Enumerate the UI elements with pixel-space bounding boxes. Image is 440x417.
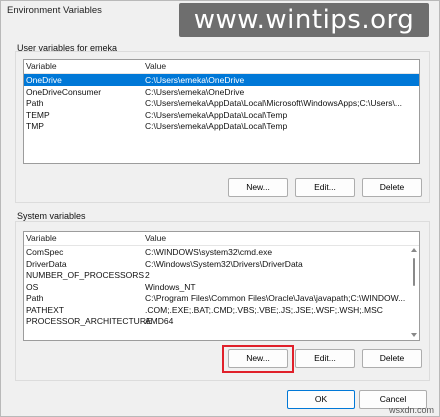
system-variables-list[interactable]: Variable Value ComSpec C:\WINDOWS\system3…: [23, 231, 420, 341]
user-edit-button[interactable]: Edit...: [295, 178, 355, 197]
user-new-button[interactable]: New...: [228, 178, 288, 197]
column-header-value[interactable]: Value: [145, 233, 166, 243]
value-cell: C:\WINDOWS\system32\cmd.exe: [145, 247, 273, 257]
table-row[interactable]: PATHEXT .COM;.EXE;.BAT;.CMD;.VBS;.VBE;.JS…: [24, 304, 419, 316]
variable-cell: Path: [26, 293, 44, 303]
value-cell: C:\Users\emeka\OneDrive: [145, 75, 245, 85]
table-row[interactable]: NUMBER_OF_PROCESSORS 2: [24, 269, 419, 281]
variable-cell: ComSpec: [26, 247, 64, 257]
value-cell: C:\Windows\System32\Drivers\DriverData: [145, 258, 303, 269]
table-row[interactable]: ComSpec C:\WINDOWS\system32\cmd.exe: [24, 246, 419, 258]
value-cell: 2: [145, 270, 150, 280]
environment-variables-dialog: Environment Variables www.wintips.org Us…: [0, 0, 440, 417]
table-row[interactable]: TMP C:\Users\emeka\AppData\Local\Temp: [24, 120, 419, 132]
table-row[interactable]: Path C:\Users\emeka\AppData\Local\Microso…: [24, 97, 419, 109]
column-header-value[interactable]: Value: [145, 61, 166, 71]
list-header: Variable Value: [24, 60, 419, 74]
system-variables-label: System variables: [17, 211, 86, 221]
table-row[interactable]: PROCESSOR_ARCHITECTURE AMD64: [24, 315, 419, 327]
list-header: Variable Value: [24, 232, 419, 246]
system-edit-button[interactable]: Edit...: [295, 349, 355, 368]
value-cell: .COM;.EXE;.BAT;.CMD;.VBS;.VBE;.JS;.JSE;.…: [145, 304, 383, 315]
scroll-up-icon[interactable]: [411, 248, 417, 252]
variable-cell: DriverData: [26, 258, 67, 269]
table-row[interactable]: Path C:\Program Files\Common Files\Oracle…: [24, 292, 419, 304]
scroll-down-icon[interactable]: [411, 333, 417, 337]
value-cell: C:\Program Files\Common Files\Oracle\Jav…: [145, 293, 406, 303]
variable-cell: NUMBER_OF_PROCESSORS: [26, 270, 145, 280]
value-cell: C:\Users\emeka\AppData\Local\Microsoft\W…: [145, 98, 402, 108]
column-header-variable[interactable]: Variable: [26, 61, 57, 71]
variable-cell: OneDrive: [26, 75, 62, 85]
value-cell: C:\Users\emeka\OneDrive: [145, 86, 245, 97]
variable-cell: TEMP: [26, 109, 50, 120]
value-cell: Windows_NT: [145, 281, 196, 292]
variable-cell: OneDriveConsumer: [26, 86, 102, 97]
footer-logo: wsxdn.com: [388, 405, 434, 415]
user-variables-list[interactable]: Variable Value OneDrive C:\Users\emeka\On…: [23, 59, 420, 164]
scroll-thumb[interactable]: [413, 258, 415, 286]
value-cell: C:\Users\emeka\AppData\Local\Temp: [145, 109, 288, 120]
variable-cell: Path: [26, 98, 44, 108]
column-header-variable[interactable]: Variable: [26, 233, 57, 243]
vertical-scrollbar[interactable]: [410, 246, 418, 339]
system-delete-button[interactable]: Delete: [362, 349, 422, 368]
ok-button[interactable]: OK: [287, 390, 355, 409]
variable-cell: TMP: [26, 121, 44, 131]
value-cell: AMD64: [145, 316, 174, 326]
user-delete-button[interactable]: Delete: [362, 178, 422, 197]
table-row[interactable]: TEMP C:\Users\emeka\AppData\Local\Temp: [24, 109, 419, 121]
table-row[interactable]: DriverData C:\Windows\System32\Drivers\Dr…: [24, 258, 419, 270]
table-row[interactable]: OneDrive C:\Users\emeka\OneDrive: [24, 74, 419, 86]
table-row[interactable]: OneDriveConsumer C:\Users\emeka\OneDrive: [24, 86, 419, 98]
variable-cell: PATHEXT: [26, 304, 64, 315]
variable-cell: OS: [26, 281, 39, 292]
system-new-button[interactable]: New...: [228, 349, 288, 368]
window-title: Environment Variables: [7, 5, 102, 16]
table-row[interactable]: OS Windows_NT: [24, 281, 419, 293]
value-cell: C:\Users\emeka\AppData\Local\Temp: [145, 121, 288, 131]
variable-cell: PROCESSOR_ARCHITECTURE: [26, 316, 152, 326]
watermark: www.wintips.org: [179, 3, 429, 37]
